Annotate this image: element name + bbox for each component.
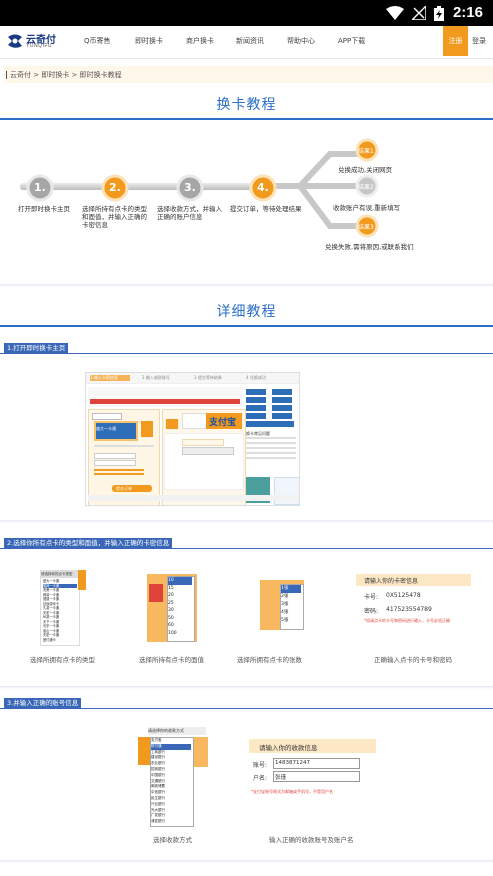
step-3-label: 选择收款方式，并输入正确的账户信息 [157, 205, 222, 221]
progress-step-3: 3 提交等待结果 [194, 375, 222, 380]
account-value: 1483871247 [275, 760, 310, 766]
payment-method-option: 浦发银行 [151, 819, 165, 824]
submit-order-button-mock: 提交订单 [116, 486, 132, 491]
status-bar: 2:16 [0, 0, 493, 26]
step-1-number: 1. [34, 181, 46, 194]
section-divider [0, 325, 493, 327]
tab-rule [0, 708, 493, 709]
logo-subtitle: YUNQIFU [26, 43, 52, 49]
nav-item-help[interactable]: 帮助中心 [287, 36, 315, 46]
caption-card-info: 正确输入点卡的卡号和密码 [374, 656, 452, 664]
caption-quantity: 选择所拥有点卡的张数 [237, 656, 302, 664]
caption-denomination: 选择所持有点卡的面值 [139, 656, 204, 664]
step-1-label: 打开即时换卡主页 [18, 205, 70, 213]
section-title-exchange-tutorial: 换卡教程 [216, 97, 277, 113]
payment-method-dropdown: 请选择你的收款方式 支付宝 财付通 工商银行 建设银行 农业银行 招商银行 中国银行 交通银行… [138, 727, 208, 827]
name-label: 户名: [253, 775, 268, 782]
result-1-label: 兑换成功,关闭网页 [338, 166, 393, 174]
step-4-label: 提交订单，等待处理结果 [230, 205, 302, 213]
caption-account-info: 输入正确的收款账号及账户名 [269, 836, 354, 844]
quantity-option: 1张 [281, 585, 301, 593]
homepage-screenshot: 1 输入卡密信息 2 输入收款账号 3 提交等待结果 4 兑换成功 盛大一卡通 … [85, 372, 300, 506]
nav-item-news[interactable]: 新闻资讯 [236, 36, 264, 46]
progress-step-2: 2 输入收款账号 [142, 375, 170, 380]
section-shadow [0, 520, 493, 523]
nav-item-app-download[interactable]: APP下载 [338, 36, 365, 46]
battery-charging-icon [434, 6, 444, 21]
clock: 2:16 [452, 4, 483, 21]
denomination-option: 60 [168, 623, 174, 628]
account-info-form: 请输入你的收款信息 账号: 1483871247 户名: 张瑾 *支付宝账号格式… [249, 739, 376, 799]
result-3-label: 兑换失败,需将原因,或联系我们 [325, 243, 414, 251]
tab-rule [0, 548, 493, 549]
result-3-badge: 结果3 [358, 224, 374, 231]
step-3-number: 3. [184, 181, 196, 194]
no-signal-icon [412, 6, 426, 20]
nav-item-q-coin[interactable]: Q币寄售 [84, 36, 111, 46]
register-link[interactable]: 登录 [472, 36, 486, 46]
account-info-hint: *支付宝账号格式为邮箱或手机号，不是用户名 [251, 789, 333, 794]
step-4-number: 4. [257, 181, 269, 194]
result-2-label: 收款账户有误,重新填写 [333, 204, 401, 212]
card-no-label: 卡号: [364, 594, 379, 601]
login-button[interactable]: 注册 [443, 26, 468, 56]
name-value: 张瑾 [275, 775, 287, 781]
denomination-dropdown: 10 15 20 25 30 50 60 100 [147, 574, 197, 642]
step-2-label: 选择所持有点卡的类型和面值，并输入正确的卡密信息 [82, 205, 147, 229]
breadcrumb[interactable]: 云奇付 > 即时换卡 > 即时换卡教程 [6, 70, 122, 80]
step-2-number: 2. [109, 181, 121, 194]
quantity-option: 2张 [281, 594, 289, 599]
card-info-form: 请输入你的卡密信息 卡号: 0X5125478 密码: 417523554789… [356, 574, 471, 628]
account-label: 账号: [253, 762, 268, 769]
progress-step-1: 1 输入卡密信息 [90, 375, 118, 380]
tab-rule [0, 353, 493, 354]
alipay-logo-mock: 支付宝 [209, 418, 237, 428]
account-info-title: 请输入你的收款信息 [259, 744, 318, 752]
denomination-option: 20 [168, 593, 174, 598]
card-pwd-label: 密码: [364, 608, 379, 615]
denomination-option: 100 [168, 630, 177, 636]
caption-card-type: 选择所拥有点卡的类型 [30, 656, 95, 664]
card-name: 盛大一卡通 [96, 426, 116, 431]
card-info-title: 请输入你的卡密信息 [364, 578, 419, 585]
tutorial-tab-1: 1.打开即时换卡主页 [4, 343, 69, 353]
payment-method-title: 请选择你的收款方式 [148, 727, 206, 735]
quantity-option: 3张 [281, 602, 289, 607]
denomination-option: 10 [168, 577, 192, 585]
quantity-option: 5张 [281, 618, 289, 623]
quantity-option: 4张 [281, 610, 289, 615]
caption-payment-method: 选择收款方式 [153, 836, 192, 844]
progress-step-4: 4 兑换成功 [246, 375, 266, 380]
section-shadow [0, 284, 493, 287]
section-divider [0, 118, 493, 120]
top-nav: 云奇付 YUNQIFU Q币寄售 即时换卡 商户换卡 新闻资讯 帮助中心 APP… [0, 26, 493, 59]
wifi-icon [386, 6, 404, 20]
denomination-option: 15 [168, 585, 174, 591]
result-2-badge: 结果2 [358, 184, 374, 191]
card-type-list-title: 请选择你的点卡类型 [41, 571, 79, 578]
logo[interactable]: 云奇付 YUNQIFU [6, 32, 68, 54]
denomination-option: 30 [168, 608, 174, 613]
card-pwd-value: 417523554789 [386, 606, 432, 613]
section-title-detailed-tutorial: 详细教程 [216, 304, 277, 320]
section-shadow [0, 860, 493, 863]
tutorial-tab-3: 3.并输入正确的账号信息 [4, 698, 82, 708]
denomination-option: 25 [168, 600, 174, 606]
card-type-list: 请选择你的点卡类型 盛大一卡通 骏网一卡通 完美一卡通 网易一卡通 搜狐一卡通 征途游戏卡… [40, 570, 80, 646]
card-type-option: 盛付通卡 [43, 637, 56, 642]
nav-item-instant-exchange[interactable]: 即时换卡 [135, 36, 163, 46]
breadcrumb-bar: 云奇付 > 即时换卡 > 即时换卡教程 [4, 66, 493, 83]
quantity-dropdown: 1张 2张 3张 4张 5张 [260, 580, 304, 630]
flow-lines [20, 138, 379, 238]
card-info-hint: *如请点卡的卡号和密码进行输入，卡号必须正确 [364, 618, 450, 623]
section-shadow [0, 686, 493, 689]
tutorial-tab-2: 2.选择你所有点卡的类型和面值，并输入正确的卡密信息 [4, 538, 173, 548]
nav-item-merchant-exchange[interactable]: 商户换卡 [186, 36, 214, 46]
denomination-option: 50 [168, 615, 174, 621]
orange-accent [78, 570, 86, 590]
result-1-badge: 结果1 [358, 148, 374, 155]
exchange-flow-diagram: 1. 2. 3. 4. 结果1 结果2 结果3 打开即时换卡主页 选择所持有点卡… [0, 132, 493, 262]
logo-icon [8, 34, 22, 48]
card-no-value: 0X5125478 [386, 592, 421, 599]
